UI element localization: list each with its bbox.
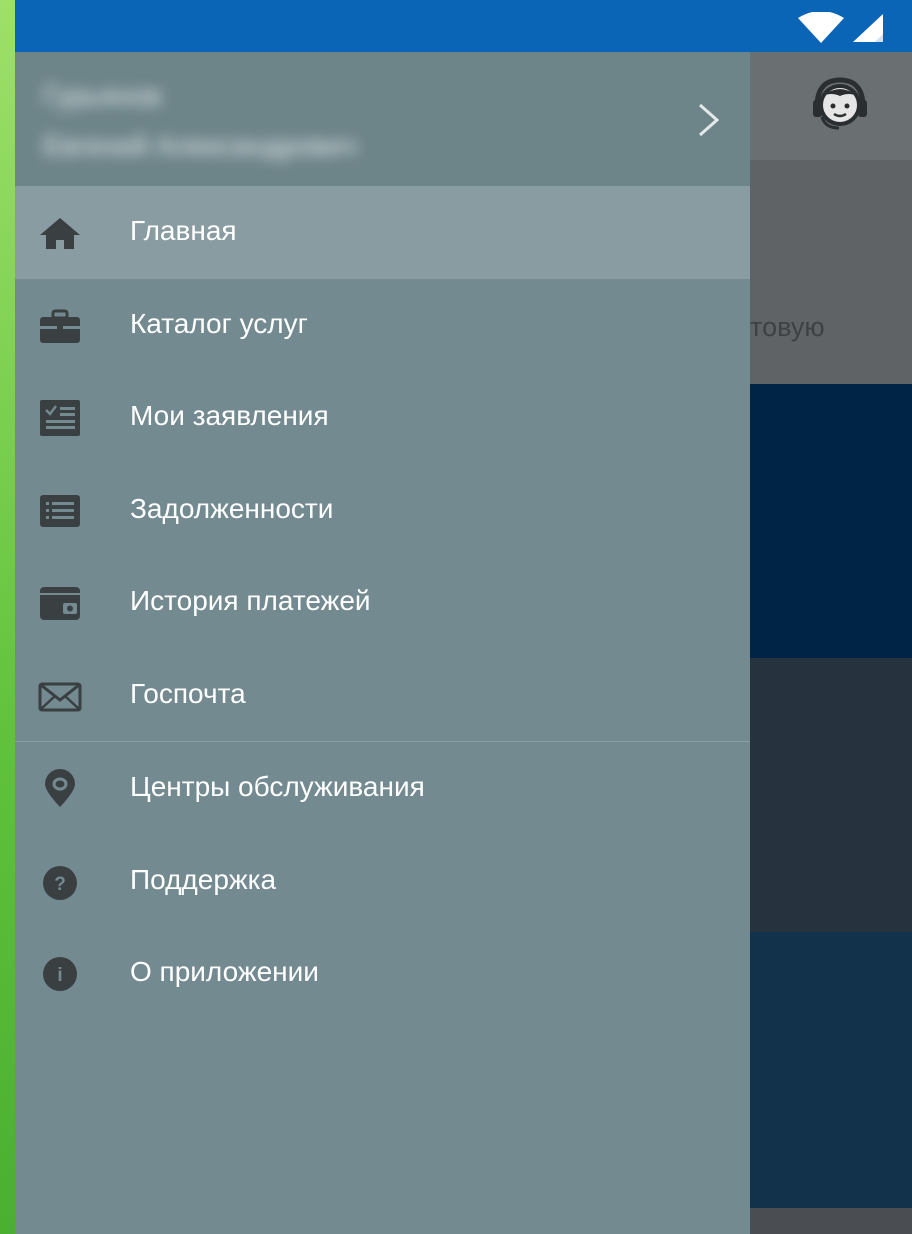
user-name: Гурьянов <box>43 80 162 111</box>
cell-signal-icon <box>853 14 883 42</box>
navigation-drawer: Гурьянов Евгений Александрович Главная К… <box>15 52 750 1234</box>
location-pin-icon <box>45 769 75 807</box>
menu-item-label: Мои заявления <box>130 400 329 431</box>
menu-item-label: История платежей <box>130 585 371 616</box>
home-icon <box>40 218 80 249</box>
user-fullname: Евгений Александрович <box>43 130 358 161</box>
help-icon: ? <box>43 865 77 900</box>
background-banner-text: товую <box>750 312 825 342</box>
wifi-icon <box>798 12 844 43</box>
svg-text:?: ? <box>54 874 66 895</box>
drawer-menu: Главная Каталог услуг Мои заявления Задо… <box>15 186 750 1020</box>
profile-header[interactable]: Гурьянов Евгений Александрович <box>15 52 750 186</box>
list-icon <box>40 494 80 527</box>
status-bar <box>15 0 912 52</box>
applications-icon <box>40 400 80 436</box>
mail-icon <box>38 682 82 711</box>
support-headset-icon[interactable] <box>809 74 871 136</box>
chevron-right-icon[interactable] <box>697 102 721 138</box>
menu-item-label: Центры обслуживания <box>130 771 425 802</box>
menu-item-label: О приложении <box>130 956 319 987</box>
info-icon: i <box>43 957 77 991</box>
menu-item-label: Госпочта <box>130 677 246 709</box>
menu-item-label: Главная <box>130 215 237 246</box>
menu-item-debts[interactable]: Задолженности <box>15 464 750 557</box>
menu-item-label: Задолженности <box>130 492 334 524</box>
menu-item-payment-history[interactable]: История платежей <box>15 556 750 649</box>
menu-item-support[interactable]: ? Поддержка <box>15 835 750 928</box>
phone-screen: товую Гурьянов Евгений Александрович Гла… <box>15 0 912 1234</box>
menu-item-label: Каталог услуг <box>130 307 308 339</box>
menu-item-label: Поддержка <box>130 863 277 895</box>
menu-item-service-centers[interactable]: Центры обслуживания <box>15 742 750 835</box>
menu-item-services-catalog[interactable]: Каталог услуг <box>15 279 750 372</box>
menu-item-gospochta[interactable]: Госпочта <box>15 649 750 742</box>
menu-item-my-applications[interactable]: Мои заявления <box>15 371 750 464</box>
wallet-icon <box>40 587 80 620</box>
menu-item-about[interactable]: i О приложении <box>15 927 750 1020</box>
svg-text:i: i <box>57 965 62 986</box>
briefcase-icon <box>40 309 80 343</box>
menu-item-home[interactable]: Главная <box>15 186 750 279</box>
